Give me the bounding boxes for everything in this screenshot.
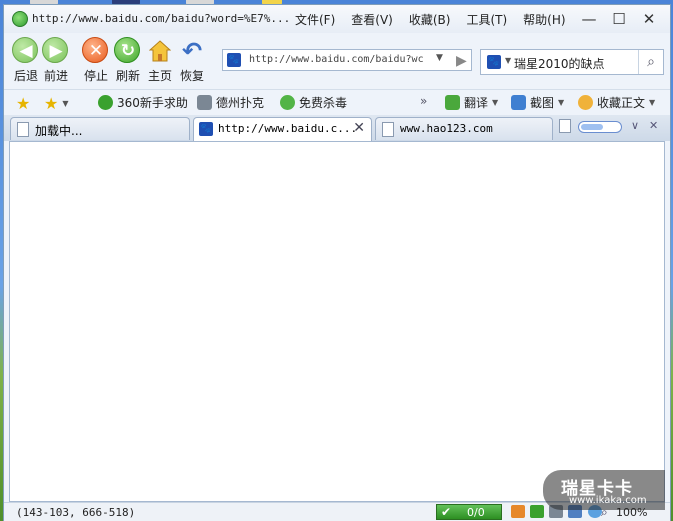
refresh-icon: ↻: [120, 41, 136, 61]
baidu-paw-icon: 🐾: [487, 55, 501, 69]
minimize-button[interactable]: —: [574, 9, 604, 29]
restore-label: 恢复: [179, 69, 204, 83]
leaf-icon: [280, 95, 295, 110]
menu-favorites[interactable]: 收藏(B): [401, 11, 459, 28]
block-counter[interactable]: ✔ 0/0: [436, 504, 502, 520]
search-box[interactable]: 🐾 ▼ 瑞星2010的缺点 ⌕: [480, 49, 664, 75]
baidu-paw-icon: 🐾: [199, 122, 213, 136]
status-icon[interactable]: [511, 505, 525, 518]
tab-hao123[interactable]: www.hao123.com: [375, 117, 553, 140]
fav-item-360[interactable]: 360新手求助: [98, 94, 188, 111]
stop-label: 停止: [83, 69, 108, 83]
favorite-content-icon: [578, 95, 593, 110]
new-tab-icon[interactable]: [559, 119, 571, 136]
tab-switch-toggle[interactable]: [578, 121, 622, 133]
check-icon: ✔: [441, 505, 452, 519]
address-bar[interactable]: 🐾 http://www.baidu.com/baidu?wc ▼: [222, 49, 472, 71]
browser-window: http://www.baidu.com/baidu?word=%E7%... …: [3, 4, 671, 521]
app-logo-icon: [12, 11, 28, 27]
screenshot-icon: [511, 95, 526, 110]
tab-baidu[interactable]: 🐾 http://www.baidu.c... ✕: [193, 117, 372, 141]
favorites-star-icon[interactable]: ★: [16, 94, 30, 113]
stop-button[interactable]: ✕ 停止: [78, 37, 114, 84]
chevron-down-icon[interactable]: ▼: [436, 53, 443, 63]
add-favorite-icon[interactable]: ★ ▼: [44, 94, 69, 113]
go-icon[interactable]: ▶: [456, 53, 467, 69]
fav-item-poker[interactable]: 德州扑克: [197, 94, 264, 111]
translate-button[interactable]: 翻译 ▼: [445, 94, 498, 111]
gamepad-icon: [197, 95, 212, 110]
fav-item-antivirus[interactable]: 免费杀毒: [280, 94, 347, 111]
menu-file[interactable]: 文件(F): [287, 11, 343, 28]
close-button[interactable]: ✕: [634, 9, 664, 29]
forward-button[interactable]: ▶ 前进: [38, 37, 74, 84]
screenshot-button[interactable]: 截图 ▼: [511, 94, 564, 111]
tab-bar: 加载中... 🐾 http://www.baidu.c... ✕ www.hao…: [4, 115, 670, 141]
page-icon: [17, 122, 29, 137]
translate-icon: [445, 95, 460, 110]
refresh-button[interactable]: ↻ 刷新: [110, 37, 146, 84]
undo-icon: ↶: [181, 37, 203, 65]
watermark-url: www.ikaka.com: [569, 495, 647, 506]
status-icon[interactable]: [530, 505, 544, 518]
save-content-button[interactable]: 收藏正文 ▼: [578, 94, 655, 111]
home-icon: [149, 40, 171, 62]
window-title: http://www.baidu.com/baidu?word=%E7%...: [32, 12, 291, 25]
tab-loading[interactable]: 加载中...: [10, 117, 190, 140]
page-icon: [382, 122, 394, 137]
more-chevron-icon[interactable]: »: [420, 94, 427, 108]
menu-view[interactable]: 查看(V): [343, 11, 401, 28]
address-input[interactable]: http://www.baidu.com/baidu?wc: [249, 54, 425, 65]
refresh-label: 刷新: [115, 69, 140, 83]
forward-arrow-icon: ▶: [49, 41, 63, 61]
menu-help[interactable]: 帮助(H): [515, 11, 573, 28]
search-input[interactable]: 瑞星2010的缺点: [514, 55, 605, 72]
home-button[interactable]: 主页: [142, 37, 178, 84]
search-icon[interactable]: ⌕: [638, 50, 663, 74]
forward-label: 前进: [43, 69, 68, 83]
chevron-down-icon[interactable]: ∨: [631, 119, 639, 132]
page-content[interactable]: [9, 141, 665, 502]
stop-icon: ✕: [88, 41, 104, 61]
menu-tools[interactable]: 工具(T): [458, 11, 515, 28]
favorites-bar: ★ ★ ▼ 360新手求助 德州扑克 免费杀毒 » 翻译 ▼ 截图 ▼ 收藏正文 ▼: [4, 89, 670, 115]
status-text: (143-103, 666-518): [16, 506, 136, 519]
baidu-paw-icon: 🐾: [227, 53, 241, 67]
chevron-down-icon[interactable]: ▼: [505, 56, 511, 65]
title-bar[interactable]: http://www.baidu.com/baidu?word=%E7%... …: [4, 5, 670, 33]
back-arrow-icon: ◀: [19, 41, 33, 61]
ie-icon: [98, 95, 113, 110]
restore-button[interactable]: ↶ 恢复: [174, 37, 210, 84]
watermark-logo: 瑞星卡卡 www.ikaka.com: [543, 470, 665, 510]
navigation-toolbar: ◀ 后退 ▶ 前进 ✕ 停止 ↻ 刷新 主页 ↶ 恢复 🐾 http://www…: [4, 33, 670, 89]
close-tab-icon[interactable]: ✕: [353, 120, 365, 136]
close-icon[interactable]: ✕: [649, 119, 658, 132]
menu-bar: 文件(F) 查看(V) 收藏(B) 工具(T) 帮助(H): [287, 11, 574, 28]
maximize-button[interactable]: ☐: [604, 9, 634, 29]
home-label: 主页: [147, 69, 172, 83]
